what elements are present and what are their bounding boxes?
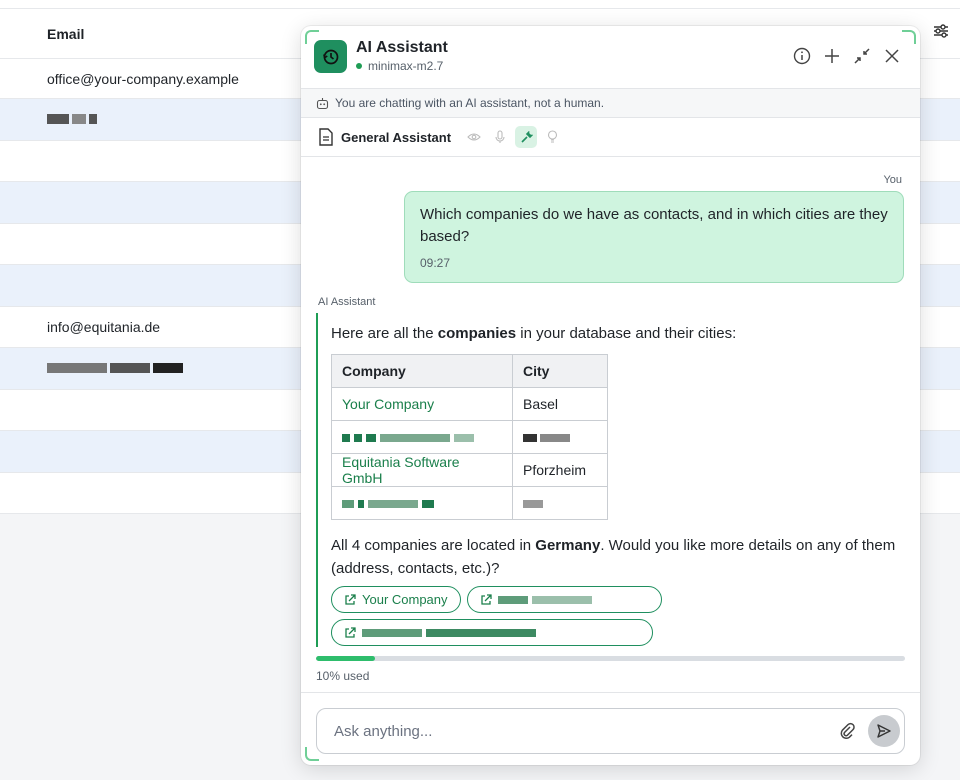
table-row — [331, 486, 608, 520]
external-link-icon — [480, 593, 492, 605]
plus-icon[interactable] — [822, 46, 842, 66]
summary-text: All 4 companies are located in — [331, 537, 536, 554]
table-header-row: Company City — [331, 354, 608, 388]
intro-text: Here are all the — [331, 325, 438, 342]
external-link-icon — [345, 593, 356, 605]
redacted-cell — [47, 360, 186, 376]
info-icon[interactable] — [792, 46, 812, 66]
user-label: You — [883, 174, 902, 186]
city-cell: Pforzheim — [512, 453, 608, 487]
assistant-message: Here are all the companies in your datab… — [316, 313, 906, 647]
chip-label: Your Company — [362, 592, 448, 607]
minimize-icon[interactable] — [852, 46, 872, 66]
user-message: Which companies do we have as contacts, … — [404, 191, 904, 283]
company-link[interactable]: Your Company — [342, 396, 434, 412]
open-record-chip[interactable] — [331, 619, 653, 646]
user-message-text: Which companies do we have as contacts, … — [420, 206, 888, 245]
intro-bold: companies — [437, 325, 517, 342]
email-cell: info@equitania.de — [47, 318, 161, 335]
redacted-city — [512, 486, 608, 520]
agent-selector[interactable]: General Assistant — [301, 118, 920, 157]
assistant-summary: All 4 companies are located in Germany. … — [331, 534, 906, 580]
composer-area — [301, 692, 920, 765]
paperclip-icon[interactable] — [837, 721, 857, 741]
lightbulb-icon[interactable] — [541, 126, 563, 148]
redacted-company[interactable] — [331, 420, 513, 454]
company-header: Company — [331, 354, 513, 388]
assistant-intro: Here are all the companies in your datab… — [331, 325, 906, 342]
send-icon — [877, 724, 891, 738]
ai-assistant-panel: AI Assistant minimax-m2.7 You are chatti… — [301, 26, 920, 765]
company-link[interactable]: Equitania Software GmbH — [342, 454, 460, 486]
assistant-label: AI Assistant — [318, 296, 376, 308]
context-usage: 10% used — [316, 656, 905, 683]
table-row: Equitania Software GmbH Pforzheim — [331, 453, 608, 487]
notice-text: You are chatting with an AI assistant, n… — [335, 96, 605, 110]
ai-notice: You are chatting with an AI assistant, n… — [301, 88, 920, 118]
intro-text-end: in your database and their cities: — [516, 325, 737, 342]
email-header-label: Email — [47, 25, 85, 42]
composer — [316, 708, 905, 754]
history-icon[interactable] — [314, 40, 347, 73]
send-button[interactable] — [868, 715, 900, 747]
usage-label: 10% used — [316, 669, 370, 683]
open-record-chip[interactable] — [466, 586, 662, 613]
agent-name: General Assistant — [341, 129, 452, 145]
panel-title: AI Assistant — [356, 39, 448, 56]
status-dot — [356, 63, 362, 69]
message-list[interactable]: You Which companies do we have as contac… — [301, 157, 920, 647]
record-link-chips: Your Company — [331, 586, 671, 646]
city-header: City — [512, 354, 608, 388]
redacted-cell — [47, 111, 100, 127]
message-timestamp: 09:27 — [420, 256, 451, 270]
usage-bar — [316, 656, 905, 661]
eye-icon[interactable] — [463, 126, 485, 148]
panel-header: AI Assistant minimax-m2.7 — [301, 26, 920, 88]
close-icon[interactable] — [882, 46, 902, 66]
message-input[interactable] — [332, 709, 832, 753]
summary-bold: Germany — [535, 537, 601, 554]
open-record-chip[interactable]: Your Company — [331, 586, 461, 613]
usage-fill — [316, 656, 375, 661]
table-row: Your Company Basel — [331, 387, 608, 421]
city-cell: Basel — [512, 387, 608, 421]
external-link-icon — [345, 626, 356, 638]
redacted-company[interactable] — [331, 486, 513, 520]
document-icon — [319, 128, 333, 146]
microphone-icon[interactable] — [489, 126, 511, 148]
table-row — [331, 420, 608, 454]
email-cell: office@your-company.example — [47, 70, 239, 87]
model-name: minimax-m2.7 — [368, 59, 444, 73]
redacted-city — [512, 420, 608, 454]
companies-table: Company City Your Company Basel Equitani… — [331, 354, 608, 520]
robot-icon — [316, 97, 329, 109]
wrench-icon[interactable] — [515, 126, 538, 148]
model-indicator: minimax-m2.7 — [356, 59, 443, 73]
filter-settings-icon[interactable] — [932, 22, 950, 40]
